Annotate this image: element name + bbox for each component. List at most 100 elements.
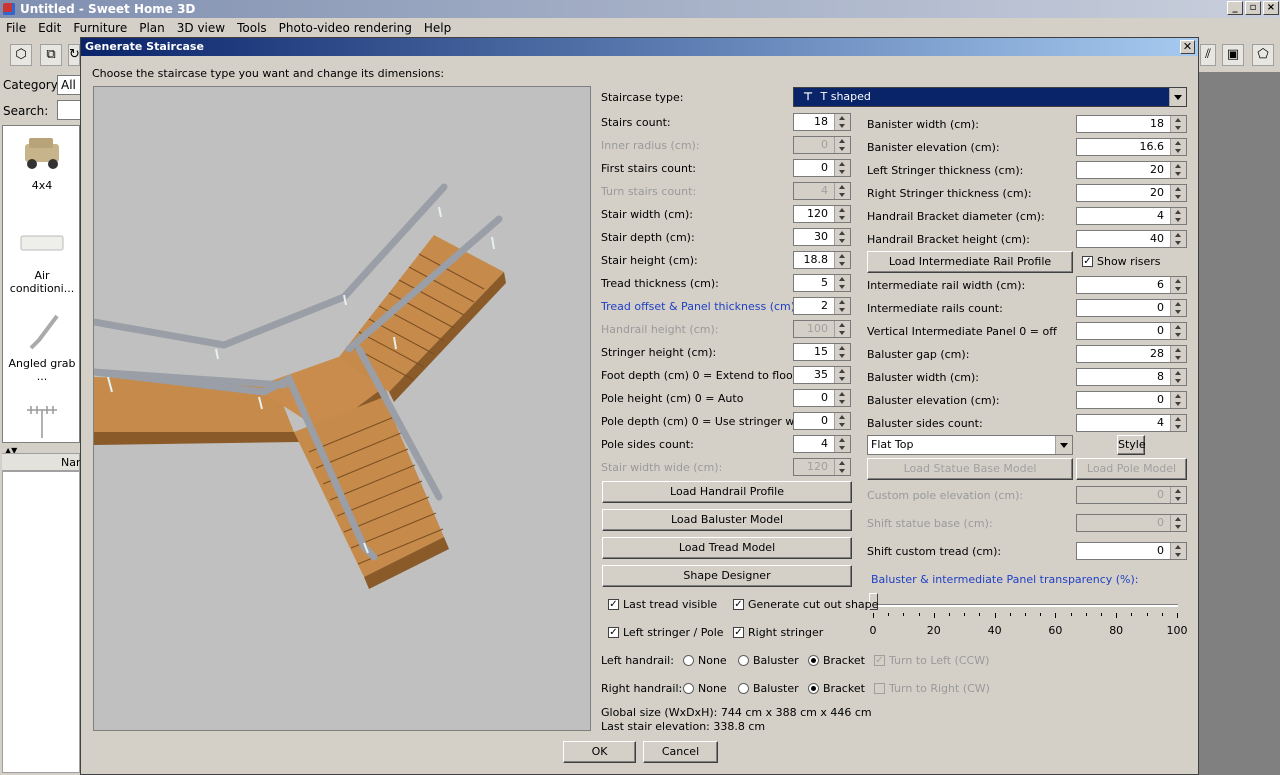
load-baluster-model-button[interactable]: Load Baluster Model (602, 509, 852, 531)
spinner-arrows-icon[interactable] (834, 183, 850, 199)
turn-stairs-count-spinner[interactable]: 4 (793, 182, 851, 200)
spinner-arrows-icon[interactable] (1170, 300, 1186, 316)
vertical-intermediate-panel-0-off-spinner[interactable]: 0 (1076, 322, 1187, 340)
spinner-arrows-icon[interactable] (1170, 231, 1186, 247)
show-risers-checkbox[interactable]: ✓ (1082, 256, 1093, 267)
spinner-arrows-icon[interactable] (834, 459, 850, 475)
banister-width-cm-spinner[interactable]: 18 (1076, 115, 1187, 133)
new-home-icon[interactable]: ⬡ (10, 44, 32, 66)
spinner-arrows-icon[interactable] (1170, 369, 1186, 385)
baluster-sides-count-spinner[interactable]: 4 (1076, 414, 1187, 432)
custom-pole-elevation-cm-spinner[interactable]: 0 (1076, 486, 1187, 504)
spinner-arrows-icon[interactable] (834, 298, 850, 314)
catalog-item[interactable]: 4x4 (3, 132, 81, 192)
spinner-arrows-icon[interactable] (1170, 185, 1186, 201)
spinner-arrows-icon[interactable] (1170, 515, 1186, 531)
last-tread-visible-checkbox[interactable]: ✓ (608, 599, 619, 610)
tread-offset-panel-thickness-cm-spinner[interactable]: 2 (793, 297, 851, 315)
intermediate-rail-width-cm-spinner[interactable]: 6 (1076, 276, 1187, 294)
stair-depth-cm-spinner[interactable]: 30 (793, 228, 851, 246)
stringer-height-cm-spinner[interactable]: 15 (793, 343, 851, 361)
spinner-arrows-icon[interactable] (1170, 392, 1186, 408)
spinner-arrows-icon[interactable] (834, 252, 850, 268)
spinner-arrows-icon[interactable] (834, 413, 850, 429)
stairs-count-spinner[interactable]: 18 (793, 113, 851, 131)
shape-designer-button[interactable]: Shape Designer (602, 565, 852, 587)
load-intermediate-rail-profile-button[interactable]: Load Intermediate Rail Profile (867, 251, 1073, 273)
transparency-slider-track[interactable] (876, 604, 1178, 607)
spinner-arrows-icon[interactable] (834, 229, 850, 245)
first-stairs-count-spinner[interactable]: 0 (793, 159, 851, 177)
minimize-button[interactable]: _ (1227, 1, 1243, 15)
stair-width-cm-spinner[interactable]: 120 (793, 205, 851, 223)
spinner-arrows-icon[interactable] (1170, 208, 1186, 224)
spinner-arrows-icon[interactable] (834, 344, 850, 360)
left-handrail-bracket-radio[interactable] (808, 655, 819, 666)
pole-sides-count-spinner[interactable]: 4 (793, 435, 851, 453)
furniture-table-header[interactable]: Nar (2, 453, 81, 471)
banister-elevation-cm-spinner[interactable]: 16.6 (1076, 138, 1187, 156)
right-stringer-thickness-cm-spinner[interactable]: 20 (1076, 184, 1187, 202)
shift-custom-tread-cm-spinner[interactable]: 0 (1076, 542, 1187, 560)
split-arrows[interactable]: ▲▼ (2, 443, 80, 455)
spinner-arrows-icon[interactable] (834, 390, 850, 406)
handrail-height-cm-spinner[interactable]: 100 (793, 320, 851, 338)
spinner-arrows-icon[interactable] (834, 367, 850, 383)
baluster-width-cm-spinner[interactable]: 8 (1076, 368, 1187, 386)
spinner-arrows-icon[interactable] (834, 160, 850, 176)
right-handrail-bracket-radio[interactable] (808, 683, 819, 694)
save-icon[interactable]: ↻ (68, 44, 80, 66)
pole-height-cm-0-auto-spinner[interactable]: 0 (793, 389, 851, 407)
menu-edit[interactable]: Edit (32, 21, 67, 35)
menu-file[interactable]: File (0, 21, 32, 35)
spinner-arrows-icon[interactable] (834, 321, 850, 337)
turn-right-checkbox[interactable] (874, 683, 885, 694)
spinner-arrows-icon[interactable] (1170, 323, 1186, 339)
menu-help[interactable]: Help (418, 21, 457, 35)
right-handrail-baluster-radio[interactable] (738, 683, 749, 694)
spinner-arrows-icon[interactable] (1170, 487, 1186, 503)
staircase-type-combo[interactable]: ⊤ T shaped (793, 87, 1187, 107)
baluster-gap-cm-spinner[interactable]: 28 (1076, 345, 1187, 363)
catalog-item[interactable] (3, 398, 81, 445)
main-close-button[interactable]: × (1263, 1, 1279, 15)
intermediate-rails-count-spinner[interactable]: 0 (1076, 299, 1187, 317)
load-pole-model-button[interactable]: Load Pole Model (1076, 458, 1187, 480)
handrail-bracket-height-cm-spinner[interactable]: 40 (1076, 230, 1187, 248)
load-tread-model-button[interactable]: Load Tread Model (602, 537, 852, 559)
menu-furniture[interactable]: Furniture (67, 21, 133, 35)
turn-left-checkbox[interactable]: ✓ (874, 655, 885, 666)
dropdown-arrow-icon[interactable] (1055, 436, 1072, 454)
staircase-3d-preview[interactable] (90, 86, 591, 731)
inner-radius-cm-spinner[interactable]: 0 (793, 136, 851, 154)
stair-height-cm-spinner[interactable]: 18.8 (793, 251, 851, 269)
ok-button[interactable]: OK (563, 741, 636, 763)
left-handrail-baluster-radio[interactable] (738, 655, 749, 666)
dialog-close-button[interactable]: ✕ (1180, 40, 1195, 54)
load-handrail-profile-button[interactable]: Load Handrail Profile (602, 481, 852, 503)
toolbar-right-icon-1[interactable]: ⫽ (1200, 44, 1216, 66)
menu-tools[interactable]: Tools (231, 21, 273, 35)
left-handrail-none-radio[interactable] (683, 655, 694, 666)
spinner-arrows-icon[interactable] (1170, 139, 1186, 155)
spinner-arrows-icon[interactable] (1170, 277, 1186, 293)
catalog-item[interactable]: Angled grab ... (3, 310, 81, 383)
spinner-arrows-icon[interactable] (1170, 162, 1186, 178)
spinner-arrows-icon[interactable] (834, 206, 850, 222)
pole-depth-cm-0-use-stringer-width-spinner[interactable]: 0 (793, 412, 851, 430)
spinner-arrows-icon[interactable] (1170, 543, 1186, 559)
spinner-arrows-icon[interactable] (834, 137, 850, 153)
top-style-combo[interactable]: Flat Top (867, 435, 1073, 455)
style-button[interactable]: Style (1117, 435, 1146, 455)
spinner-arrows-icon[interactable] (834, 436, 850, 452)
left-stringer-checkbox[interactable]: ✓ (608, 627, 619, 638)
baluster-elevation-cm-spinner[interactable]: 0 (1076, 391, 1187, 409)
menu-photo-video[interactable]: Photo-video rendering (273, 21, 418, 35)
spinner-arrows-icon[interactable] (834, 114, 850, 130)
cancel-button[interactable]: Cancel (643, 741, 718, 763)
handrail-bracket-diameter-cm-spinner[interactable]: 4 (1076, 207, 1187, 225)
dropdown-arrow-icon[interactable] (1169, 88, 1186, 106)
catalog-item[interactable]: Air conditioni... (3, 222, 81, 295)
spinner-arrows-icon[interactable] (1170, 116, 1186, 132)
generate-cut-out-checkbox[interactable]: ✓ (733, 599, 744, 610)
